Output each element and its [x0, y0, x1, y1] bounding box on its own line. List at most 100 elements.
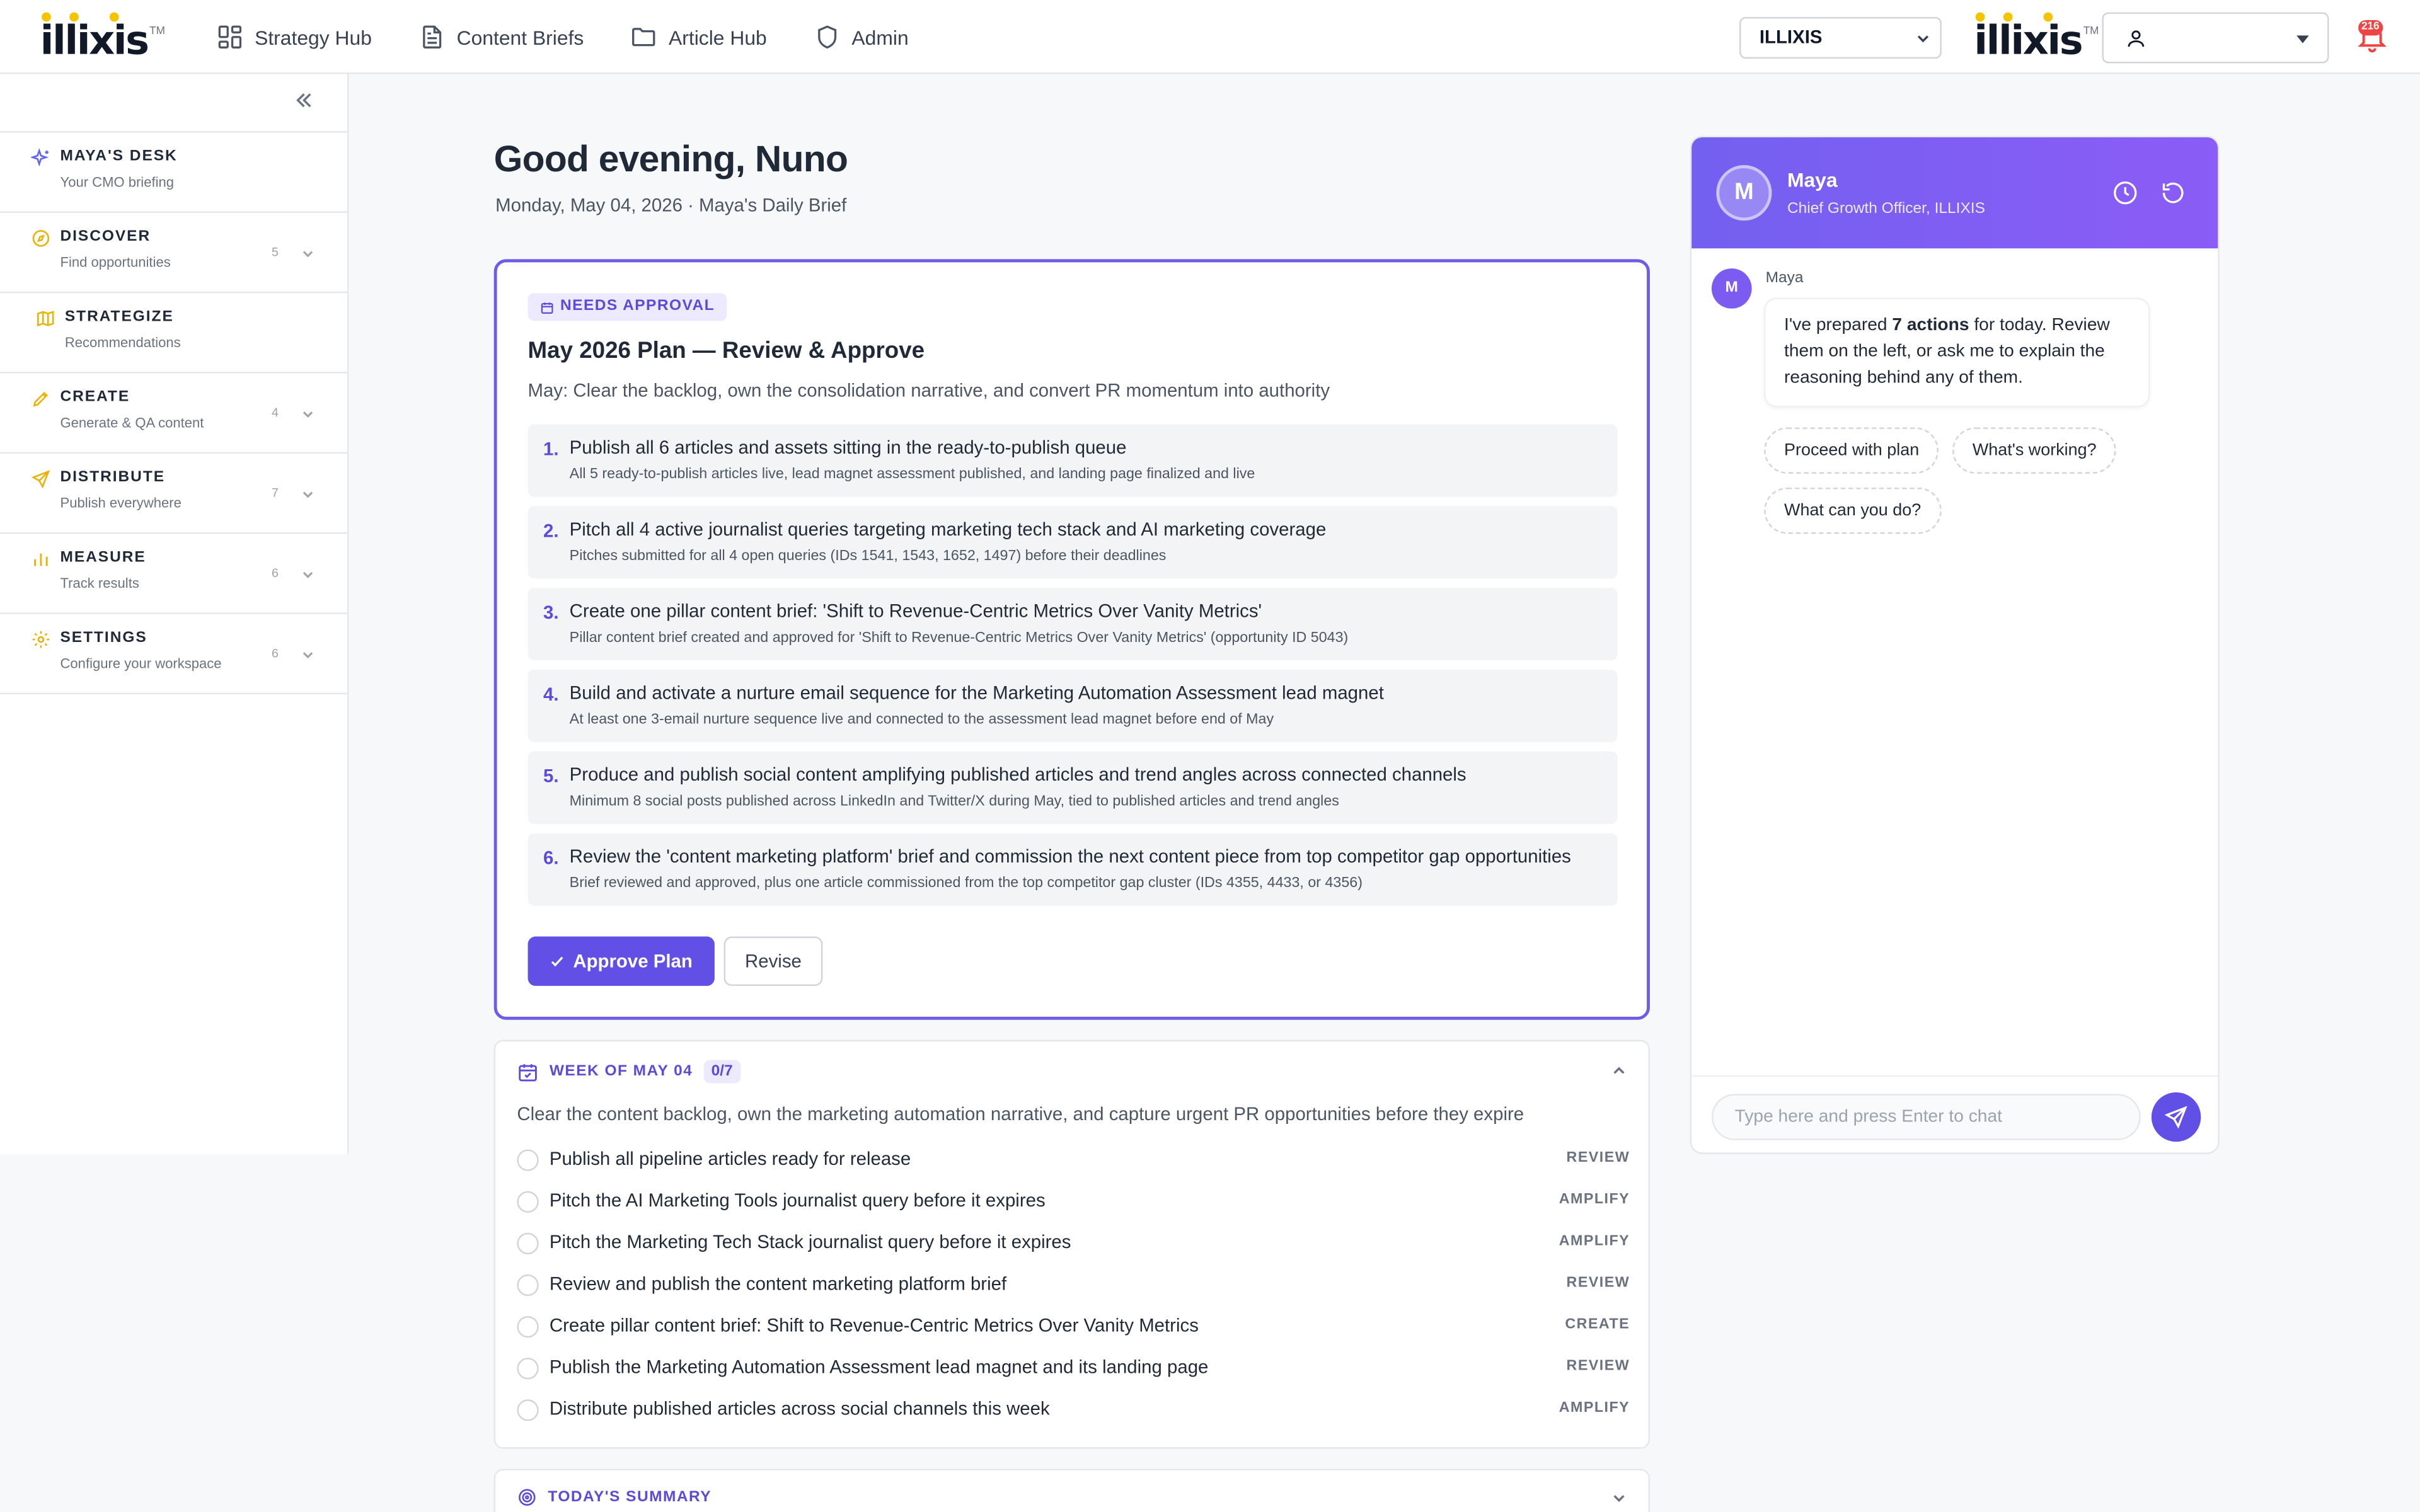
chevron-down-icon	[1917, 35, 1929, 43]
plan-item-desc: All 5 ready-to-publish articles live, le…	[569, 466, 1255, 483]
document-icon	[422, 25, 441, 49]
send-icon	[31, 470, 50, 489]
sidebar-item-count: 5	[272, 245, 279, 260]
nav-label: Strategy Hub	[255, 25, 372, 49]
avatar: M	[1716, 165, 1772, 221]
nav-content-briefs[interactable]: Content Briefs	[418, 23, 584, 51]
plan-item-title: Produce and publish social content ampli…	[569, 764, 1466, 786]
plan-approval-card: NEEDS APPROVAL May 2026 Plan — Review & …	[493, 259, 1650, 1020]
task-checkbox[interactable]	[517, 1274, 539, 1297]
suggestion-chip-what-can-you-do[interactable]: What can you do?	[1764, 487, 1942, 534]
task-tag: REVIEW	[1566, 1149, 1630, 1167]
task-item[interactable]: Create pillar content brief: Shift to Re…	[517, 1313, 1630, 1354]
chevron-down-icon[interactable]	[301, 408, 315, 421]
sidebar-item-subtitle: Recommendations	[64, 335, 181, 350]
bar-chart-icon	[34, 553, 48, 566]
plan-item: 6. Review the 'content marketing platfor…	[527, 833, 1618, 906]
history-icon[interactable]	[2111, 179, 2139, 207]
plan-subtitle: May: Clear the backlog, own the consolid…	[527, 379, 1330, 401]
chevron-down-icon[interactable]	[301, 247, 315, 261]
task-checkbox[interactable]	[517, 1399, 539, 1421]
task-item[interactable]: Review and publish the content marketing…	[517, 1271, 1630, 1313]
sidebar-top	[0, 74, 348, 133]
chevron-down-icon[interactable]	[301, 648, 315, 662]
plan-item-number: 1.	[543, 438, 559, 460]
suggestion-chip-proceed[interactable]: Proceed with plan	[1764, 427, 1940, 474]
task-item[interactable]: Distribute published articles across soc…	[517, 1396, 1630, 1438]
nav-label: Admin	[851, 25, 909, 49]
sidebar-item-settings[interactable]: SETTINGS Configure your workspace 6	[0, 614, 348, 695]
plan-item: 2. Pitch all 4 active journalist queries…	[527, 506, 1618, 579]
sidebar-item-strategize[interactable]: STRATEGIZE Recommendations	[0, 293, 348, 374]
chat-panel: M Maya Chief Growth Officer, ILLIXIS M M…	[1690, 135, 2220, 1154]
plan-item-desc: Brief reviewed and approved, plus one ar…	[569, 874, 1363, 892]
nav-article-hub[interactable]: Article Hub	[630, 23, 767, 51]
plan-item-number: 3.	[543, 602, 559, 624]
send-button[interactable]	[2151, 1092, 2201, 1142]
plan-item: 3. Create one pillar content brief: 'Shi…	[527, 588, 1618, 661]
sidebar-item-count: 6	[272, 646, 279, 661]
plan-item-title: Publish all 6 articles and assets sittin…	[569, 437, 1127, 459]
week-card: WEEK OF MAY 04 0/7 Clear the content bac…	[493, 1040, 1650, 1449]
task-item[interactable]: Publish the Marketing Automation Assessm…	[517, 1354, 1630, 1396]
message-sender: Maya	[1765, 270, 1804, 287]
message-bubble: I've prepared 7 actions for today. Revie…	[1764, 297, 2150, 408]
user-menu[interactable]	[2102, 12, 2329, 64]
target-icon	[519, 1489, 536, 1506]
task-checkbox[interactable]	[517, 1232, 539, 1255]
plan-list: 1. Publish all 6 articles and assets sit…	[527, 424, 1618, 915]
week-task-list: Publish all pipeline articles ready for …	[517, 1147, 1630, 1438]
task-tag: REVIEW	[1566, 1274, 1630, 1292]
sidebar-item-mayas-desk[interactable]: MAYA'S DESK Your CMO briefing	[0, 133, 348, 213]
task-item[interactable]: Pitch the AI Marketing Tools journalist …	[517, 1188, 1630, 1230]
task-item[interactable]: Pitch the Marketing Tech Stack journalis…	[517, 1230, 1630, 1271]
sidebar-item-create[interactable]: CREATE Generate & QA content 4	[0, 374, 348, 454]
nav-strategy-hub[interactable]: Strategy Hub	[216, 23, 372, 51]
sidebar-item-distribute[interactable]: DISTRIBUTE Publish everywhere 7	[0, 454, 348, 534]
brand-logo[interactable]: illixis TM	[40, 9, 165, 65]
calendar-icon	[519, 1063, 537, 1081]
chevron-down-icon[interactable]	[1611, 1491, 1627, 1506]
gear-icon	[32, 631, 50, 648]
sidebar-item-measure[interactable]: MEASURE Track results 6	[0, 534, 348, 614]
assistant-role: Chief Growth Officer, ILLIXIS	[1787, 200, 1985, 218]
logo-tm: TM	[149, 26, 165, 37]
suggestion-chip-whats-working[interactable]: What's working?	[1952, 427, 2117, 474]
chevron-down-icon[interactable]	[301, 488, 315, 501]
plan-item-desc: Pillar content brief created and approve…	[569, 629, 1349, 647]
sidebar-item-subtitle: Publish everywhere	[60, 495, 182, 511]
task-item[interactable]: Publish all pipeline articles ready for …	[517, 1147, 1630, 1188]
task-label: Pitch the AI Marketing Tools journalist …	[549, 1189, 1046, 1211]
sidebar-item-title: MAYA'S DESK	[60, 148, 178, 166]
task-checkbox[interactable]	[517, 1191, 539, 1213]
chevron-down-icon[interactable]	[301, 568, 315, 581]
chat-input[interactable]	[1711, 1094, 2141, 1140]
plan-item-number: 4.	[543, 683, 559, 706]
task-checkbox[interactable]	[517, 1149, 539, 1171]
nav-admin[interactable]: Admin	[813, 23, 909, 51]
collapse-sidebar-icon[interactable]	[293, 89, 314, 111]
sidebar-item-title: SETTINGS	[60, 629, 147, 647]
sidebar-item-title: DISCOVER	[60, 228, 151, 246]
plan-item-number: 5.	[543, 765, 559, 787]
pen-icon	[33, 391, 49, 407]
revise-button[interactable]: Revise	[723, 936, 823, 986]
task-label: Publish all pipeline articles ready for …	[549, 1148, 911, 1170]
compass-icon	[32, 230, 50, 247]
task-tag: AMPLIFY	[1559, 1399, 1630, 1417]
sidebar: MAYA'S DESK Your CMO briefing DISCOVER F…	[0, 74, 349, 1154]
sidebar-item-count: 4	[272, 406, 279, 420]
sidebar-item-discover[interactable]: DISCOVER Find opportunities 5	[0, 213, 348, 294]
approve-plan-button[interactable]: Approve Plan	[527, 936, 715, 986]
week-header[interactable]: WEEK OF MAY 04 0/7	[517, 1060, 740, 1084]
summary-card[interactable]: TODAY'S SUMMARY	[493, 1469, 1650, 1512]
refresh-icon[interactable]	[2159, 179, 2187, 207]
chevron-up-icon[interactable]	[1611, 1063, 1627, 1078]
org-select[interactable]: ILLIXIS	[1739, 16, 1942, 59]
plan-title: May 2026 Plan — Review & Approve	[527, 338, 925, 364]
nav-label: Content Briefs	[456, 25, 584, 49]
task-checkbox[interactable]	[517, 1358, 539, 1380]
logo-text: illixis	[1974, 18, 2083, 65]
task-checkbox[interactable]	[517, 1315, 539, 1338]
nav-label: Article Hub	[669, 25, 767, 49]
